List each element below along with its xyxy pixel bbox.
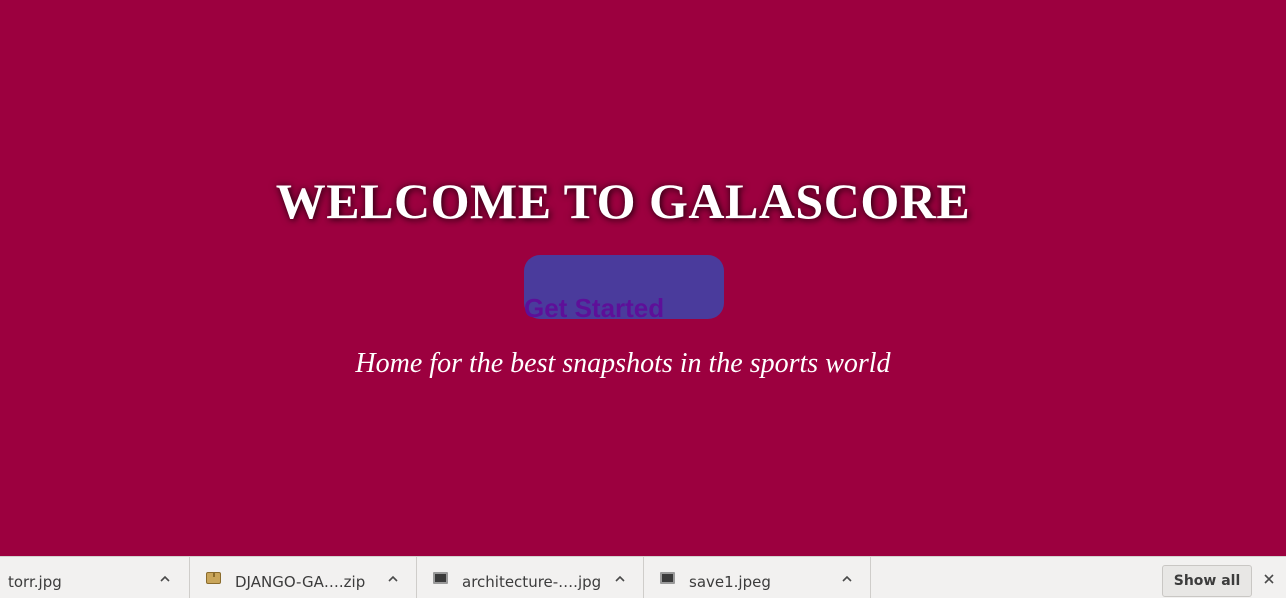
download-item-django[interactable]: DJANGO-GA….zip — [190, 557, 417, 598]
close-icon[interactable] — [1262, 572, 1276, 586]
download-filename: torr.jpg — [8, 573, 62, 591]
download-item-save1[interactable]: save1.jpeg — [644, 557, 871, 598]
download-item-architecture[interactable]: architecture-….jpg — [417, 557, 644, 598]
chevron-up-icon[interactable] — [158, 573, 172, 585]
zip-file-icon — [206, 572, 221, 584]
show-all-button[interactable]: Show all — [1162, 565, 1252, 597]
download-filename: DJANGO-GA….zip — [235, 573, 366, 591]
download-item-torr[interactable]: torr.jpg — [0, 557, 190, 598]
chevron-up-icon[interactable] — [840, 573, 854, 585]
image-file-icon — [433, 572, 448, 584]
download-filename: save1.jpeg — [689, 573, 771, 591]
download-filename: architecture-….jpg — [462, 573, 602, 591]
get-started-link[interactable]: Get Started — [524, 292, 664, 324]
image-file-icon — [660, 572, 675, 584]
hero-section: WELCOME TO GALASCORE Get Started Home fo… — [0, 0, 1286, 556]
chevron-up-icon[interactable] — [613, 573, 627, 585]
download-shelf: torr.jpg DJANGO-GA….zip architecture-….j… — [0, 556, 1286, 598]
page-title: WELCOME TO GALASCORE — [275, 173, 971, 229]
tagline: Home for the best snapshots in the sport… — [355, 348, 891, 379]
chevron-up-icon[interactable] — [386, 573, 400, 585]
